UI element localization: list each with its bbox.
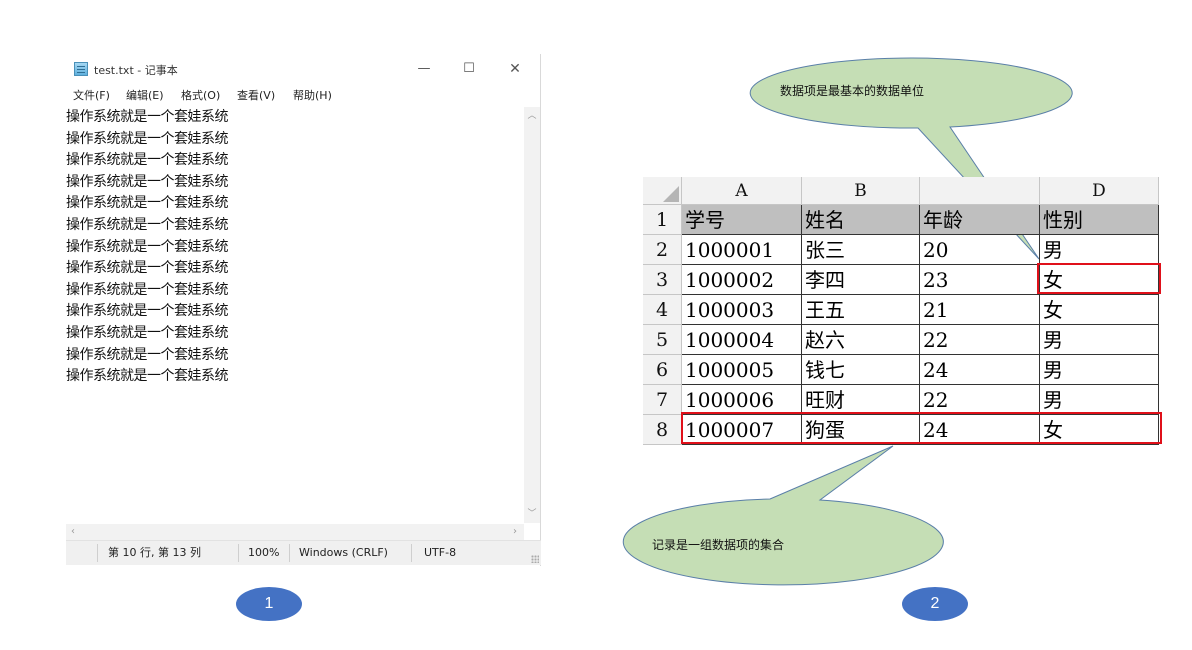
row-header[interactable]: 2	[643, 235, 682, 265]
highlight-record	[681, 412, 1162, 444]
cell-b4[interactable]: 王五	[802, 295, 920, 325]
cell-b5[interactable]: 赵六	[802, 325, 920, 355]
cell-c7[interactable]: 22	[920, 385, 1040, 415]
cell-a7[interactable]: 1000006	[682, 385, 802, 415]
select-all-corner[interactable]	[643, 177, 682, 205]
cell-b6[interactable]: 钱七	[802, 355, 920, 385]
cell-c3[interactable]: 23	[920, 265, 1040, 295]
cell-d5[interactable]: 男	[1040, 325, 1159, 355]
cell-b3[interactable]: 李四	[802, 265, 920, 295]
row-header[interactable]: 5	[643, 325, 682, 355]
row-header[interactable]: 6	[643, 355, 682, 385]
cell-d6[interactable]: 男	[1040, 355, 1159, 385]
callout-bottom-shape	[622, 445, 944, 586]
cell-d4[interactable]: 女	[1040, 295, 1159, 325]
cell-a2[interactable]: 1000001	[682, 235, 802, 265]
cell-d7[interactable]: 男	[1040, 385, 1159, 415]
highlight-data-item	[1037, 263, 1161, 294]
cell-a5[interactable]: 1000004	[682, 325, 802, 355]
row-header[interactable]: 4	[643, 295, 682, 325]
column-header-b[interactable]: B	[802, 177, 920, 205]
column-header-a[interactable]: A	[682, 177, 802, 205]
row-header[interactable]: 3	[643, 265, 682, 295]
cell-a6[interactable]: 1000005	[682, 355, 802, 385]
cell-b2[interactable]: 张三	[802, 235, 920, 265]
cell-c4[interactable]: 21	[920, 295, 1040, 325]
cell-d2[interactable]: 男	[1040, 235, 1159, 265]
callout-bottom-text: 记录是一组数据项的集合	[652, 538, 785, 552]
column-header-c[interactable]	[920, 177, 1040, 205]
cell-b1[interactable]: 姓名	[802, 205, 920, 235]
row-header[interactable]: 8	[643, 415, 682, 445]
cell-c5[interactable]: 22	[920, 325, 1040, 355]
callout-top-text: 数据项是最基本的数据单位	[780, 84, 925, 98]
cell-a3[interactable]: 1000002	[682, 265, 802, 295]
cell-b7[interactable]: 旺财	[802, 385, 920, 415]
cell-c6[interactable]: 24	[920, 355, 1040, 385]
cell-c1[interactable]: 年龄	[920, 205, 1040, 235]
row-header[interactable]: 7	[643, 385, 682, 415]
cell-a1[interactable]: 学号	[682, 205, 802, 235]
column-header-d[interactable]: D	[1040, 177, 1159, 205]
row-header[interactable]: 1	[643, 205, 682, 235]
cell-a4[interactable]: 1000003	[682, 295, 802, 325]
select-all-icon	[663, 186, 679, 202]
cell-c2[interactable]: 20	[920, 235, 1040, 265]
cell-d1[interactable]: 性别	[1040, 205, 1159, 235]
